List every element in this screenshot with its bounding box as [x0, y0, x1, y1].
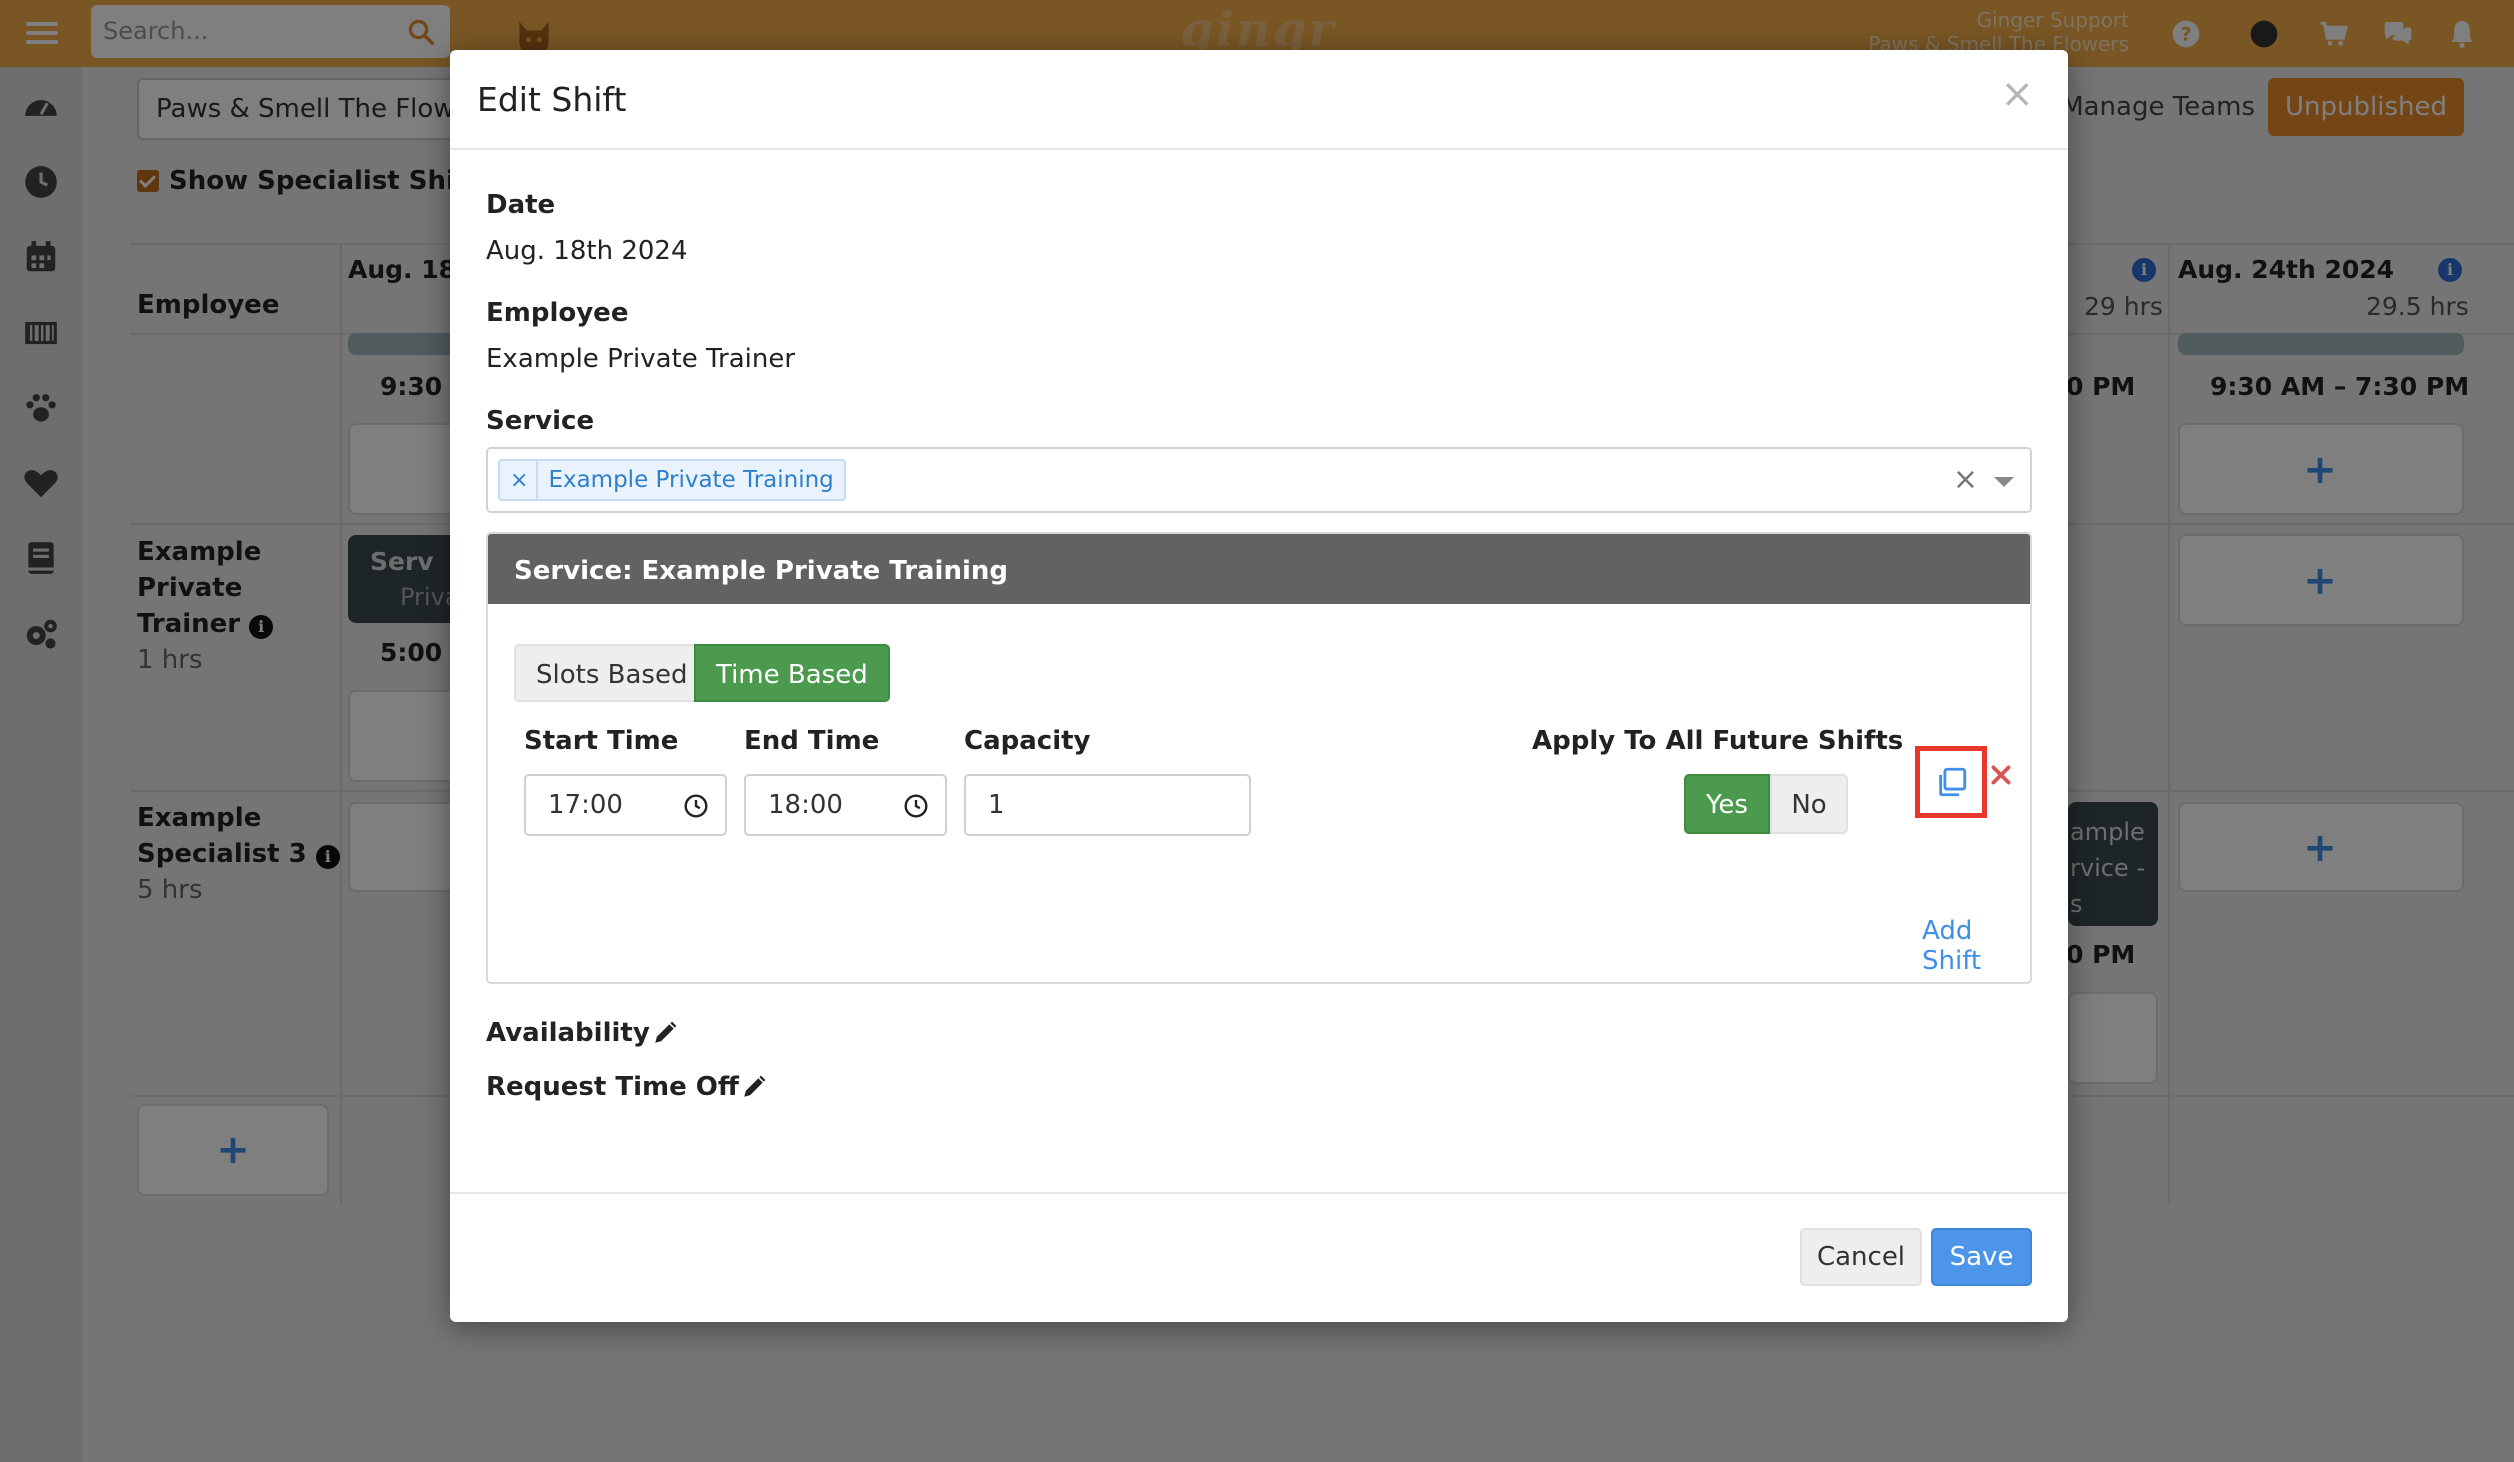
time-based-toggle[interactable]: Time Based [694, 644, 890, 702]
slots-based-toggle[interactable]: Slots Based [514, 644, 710, 702]
capacity-input[interactable]: 1 [964, 774, 1251, 836]
request-time-off-label: Request Time Off [486, 1072, 739, 1102]
start-time-input[interactable]: 17:00 [524, 774, 727, 836]
service-label: Service [486, 406, 595, 436]
end-time-value: 18:00 [768, 790, 843, 820]
service-panel-title: Service: Example Private Training [488, 534, 2030, 604]
date-label: Date [486, 190, 556, 220]
modal-footer-divider [450, 1192, 2068, 1194]
service-panel: Service: Example Private Training Slots … [486, 532, 2032, 984]
clock-icon[interactable] [683, 793, 709, 819]
copy-icon[interactable] [1935, 765, 1969, 799]
pencil-icon[interactable] [741, 1074, 767, 1100]
capacity-label: Capacity [964, 726, 1091, 756]
remove-tag-icon[interactable]: × [500, 461, 539, 499]
start-time-value: 17:00 [548, 790, 623, 820]
copy-shift-highlight[interactable] [1915, 746, 1987, 818]
date-value: Aug. 18th 2024 [486, 236, 688, 266]
request-time-off-link[interactable]: Request Time Off [486, 1072, 767, 1102]
pencil-icon[interactable] [652, 1020, 678, 1046]
start-time-label: Start Time [524, 726, 679, 756]
apply-future-label: Apply To All Future Shifts [1532, 726, 1904, 756]
modal-title: Edit Shift [477, 80, 627, 119]
save-button[interactable]: Save [1931, 1228, 2032, 1286]
end-time-label: End Time [744, 726, 880, 756]
apply-future-no-button[interactable]: No [1770, 774, 1848, 834]
cancel-button[interactable]: Cancel [1800, 1228, 1922, 1286]
remove-shift-icon[interactable] [1988, 762, 2014, 788]
availability-label: Availability [486, 1018, 650, 1048]
availability-link[interactable]: Availability [486, 1018, 678, 1048]
clock-icon[interactable] [903, 793, 929, 819]
employee-value: Example Private Trainer [486, 344, 796, 374]
edit-shift-modal: Edit Shift × Date Aug. 18th 2024 Employe… [450, 50, 2068, 1322]
apply-future-yes-button[interactable]: Yes [1684, 774, 1770, 834]
chevron-down-icon[interactable] [1994, 477, 2014, 487]
employee-label: Employee [486, 298, 629, 328]
service-tag-label: Example Private Training [548, 467, 834, 493]
add-shift-link[interactable]: Add Shift [1922, 916, 2030, 976]
service-tag: × Example Private Training [498, 459, 846, 501]
close-icon[interactable]: × [2000, 74, 2034, 114]
end-time-input[interactable]: 18:00 [744, 774, 947, 836]
clear-selection-icon[interactable]: × [1953, 465, 1978, 495]
service-select[interactable]: × Example Private Training × [486, 447, 2032, 513]
capacity-value: 1 [988, 790, 1005, 820]
modal-header: Edit Shift × [450, 50, 2068, 150]
